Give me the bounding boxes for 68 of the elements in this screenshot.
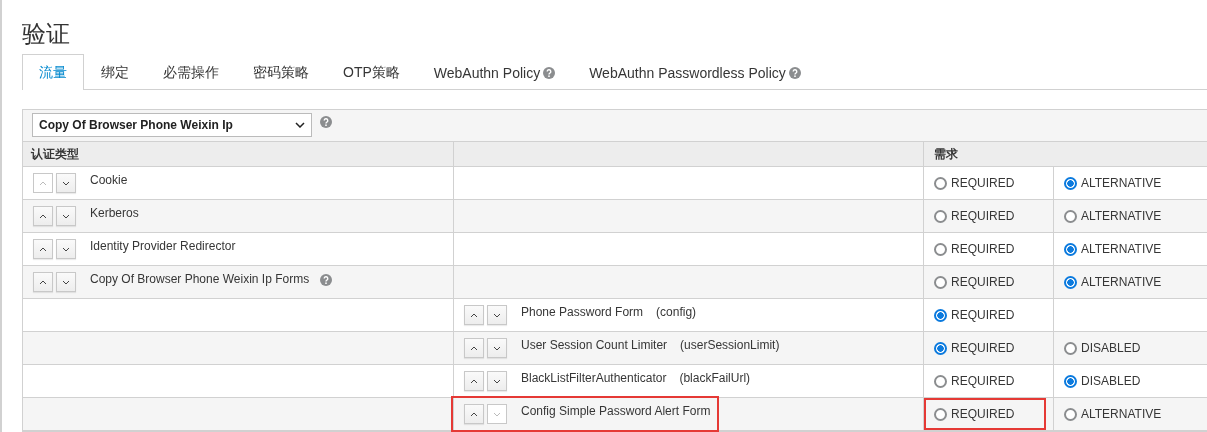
move-up-button[interactable] <box>33 239 53 259</box>
authenticator-alias: (userSessionLimit) <box>680 338 780 352</box>
radio-option[interactable]: REQUIRED <box>926 400 1045 428</box>
caret-down-icon <box>62 279 70 285</box>
radio-option[interactable]: ALTERNATIVE <box>1064 268 1162 296</box>
column-header: 需求 <box>934 145 958 163</box>
caret-down-icon <box>493 312 501 318</box>
radio-option[interactable]: REQUIRED <box>934 334 1015 362</box>
move-down-button[interactable] <box>487 305 507 325</box>
tab[interactable]: 密码策略 <box>236 54 326 90</box>
caret-up-icon <box>39 246 47 252</box>
move-up-button[interactable] <box>464 305 484 325</box>
authenticator-name: Config Simple Password Alert Form <box>521 404 711 418</box>
move-down-button[interactable] <box>56 173 76 193</box>
caret-up-icon <box>39 213 47 219</box>
radio-option[interactable]: REQUIRED <box>934 235 1015 263</box>
page-title: 验证 <box>22 19 71 50</box>
move-up-button[interactable] <box>33 206 53 226</box>
authenticator-name: Cookie <box>90 173 128 187</box>
authenticator-name: Phone Password Form <box>521 305 644 319</box>
radio-option[interactable]: REQUIRED <box>934 367 1015 395</box>
chevron-down-icon <box>295 122 305 128</box>
radio-option[interactable]: DISABLED <box>1064 367 1141 395</box>
move-down-button[interactable] <box>487 338 507 358</box>
move-down-button[interactable] <box>56 206 76 226</box>
move-down-button[interactable] <box>487 371 507 391</box>
radio-option[interactable]: REQUIRED <box>934 169 1015 197</box>
move-down-button[interactable] <box>56 239 76 259</box>
radio-option[interactable]: REQUIRED <box>934 301 1015 329</box>
radio-option[interactable]: ALTERNATIVE <box>1064 235 1162 263</box>
tab[interactable]: 必需操作 <box>146 54 236 90</box>
authenticator-alias: (blackFailUrl) <box>679 371 751 385</box>
tab[interactable]: OTP策略 <box>326 54 417 90</box>
caret-up-icon <box>470 345 478 351</box>
caret-down-icon <box>493 411 501 417</box>
tab[interactable]: WebAuthn Policy <box>416 54 573 90</box>
move-up-button[interactable] <box>33 272 53 292</box>
authenticator-name: Identity Provider Redirector <box>90 239 236 253</box>
caret-down-icon <box>493 378 501 384</box>
move-up-button[interactable] <box>464 371 484 391</box>
authenticator-name: Kerberos <box>90 206 139 220</box>
caret-up-icon <box>470 411 478 417</box>
radio-option[interactable]: ALTERNATIVE <box>1064 202 1162 230</box>
caret-up-icon <box>470 312 478 318</box>
authenticator-name: Copy Of Browser Phone Weixin Ip Forms <box>90 272 310 286</box>
caret-up-icon <box>470 378 478 384</box>
tab[interactable]: WebAuthn Passwordless Policy <box>572 54 818 90</box>
caret-up-icon <box>39 180 47 186</box>
caret-down-icon <box>62 180 70 186</box>
authenticator-alias: (config) <box>656 305 697 319</box>
authenticator-name: BlackListFilterAuthenticator <box>521 371 667 385</box>
radio-option[interactable]: REQUIRED <box>934 268 1015 296</box>
authenticator-name: User Session Count Limiter <box>521 338 668 352</box>
caret-down-icon <box>62 246 70 252</box>
radio-option[interactable]: ALTERNATIVE <box>1064 169 1162 197</box>
caret-down-icon <box>62 213 70 219</box>
radio-option[interactable]: ALTERNATIVE <box>1064 400 1162 428</box>
caret-up-icon <box>39 279 47 285</box>
move-down-button[interactable] <box>56 272 76 292</box>
radio-option[interactable]: REQUIRED <box>934 202 1015 230</box>
move-up-button[interactable] <box>464 404 484 424</box>
caret-down-icon <box>493 345 501 351</box>
tab[interactable]: 绑定 <box>84 54 146 90</box>
column-header: 认证类型 <box>31 145 79 163</box>
flow-select[interactable]: Copy Of Browser Phone Weixin Ip <box>32 113 312 137</box>
radio-option[interactable]: DISABLED <box>1064 334 1141 362</box>
tab[interactable]: 流量 <box>22 54 84 90</box>
move-up-button[interactable] <box>464 338 484 358</box>
